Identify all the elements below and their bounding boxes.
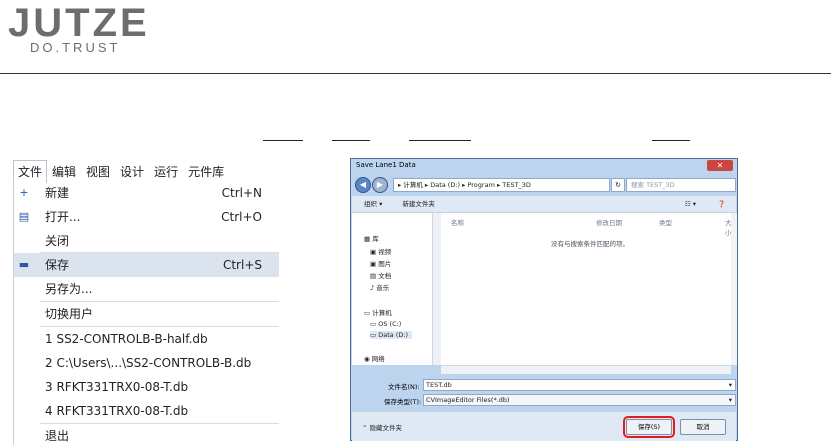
- search-input[interactable]: 搜索 TEST_3D: [626, 178, 736, 192]
- file-list: 名称 修改日期 类型 大小 没有与搜索条件匹配的项。: [441, 213, 736, 365]
- nav-pictures[interactable]: ▣ 图片: [370, 258, 391, 268]
- drive-icon: ▭: [370, 320, 377, 328]
- filename-input[interactable]: TEST.db ▾: [423, 379, 736, 391]
- nav-music[interactable]: ♪ 音乐: [370, 282, 389, 292]
- nav-computer[interactable]: ▭ 计算机: [364, 307, 392, 317]
- menu-item-open[interactable]: ▤ 打开... Ctrl+O: [14, 205, 279, 229]
- file-menu-dropdown: + 新建 Ctrl+N ▤ 打开... Ctrl+O 关闭 ▬ 保存 Ctrl+…: [13, 181, 279, 445]
- filetype-label: 保存类型(T):: [384, 398, 422, 406]
- document-icon: ▤: [370, 272, 377, 280]
- open-folder-icon: ▤: [18, 210, 30, 223]
- dialog-toolbar: 组织 ▾ 新建文件夹 ☷ ▾ ❓: [352, 196, 736, 213]
- library-icon: ▦: [364, 235, 371, 243]
- menu-item-recent-1[interactable]: 1 SS2-CONTROLB-B-half.db: [14, 327, 279, 351]
- save-dialog: Save Lane1 Data ✕ ◀ ▶ ▸ 计算机 ▸ Data (D:) …: [350, 158, 738, 441]
- music-icon: ♪: [370, 284, 375, 292]
- column-header-type[interactable]: 类型: [659, 217, 672, 227]
- nav-network[interactable]: ◉ 网络: [364, 353, 385, 363]
- text-underline: [652, 140, 690, 141]
- computer-icon: ▭: [364, 309, 371, 317]
- network-icon: ◉: [364, 355, 370, 363]
- save-icon: ▬: [18, 258, 30, 271]
- menu-item-recent-3[interactable]: 3 RFKT331TRX0-08-T.db: [14, 375, 279, 399]
- text-underline: [332, 140, 370, 141]
- menu-edit[interactable]: 编辑: [47, 161, 81, 183]
- cancel-button[interactable]: 取消: [680, 419, 726, 435]
- menu-item-exit[interactable]: 退出: [14, 424, 279, 448]
- filename-label: 文件名(N):: [388, 383, 420, 391]
- nav-drive-d[interactable]: ▭ Data (D:): [370, 331, 413, 339]
- filetype-select[interactable]: CVImageEditor Files(*.db) ▾: [423, 394, 736, 406]
- menu-item-save[interactable]: ▬ 保存 Ctrl+S: [14, 253, 279, 277]
- text-underline: [263, 140, 303, 141]
- save-button[interactable]: 保存(S): [623, 416, 675, 438]
- hide-folders-toggle[interactable]: ⌃ 隐藏文件夹: [362, 422, 402, 432]
- breadcrumb: ▸ 计算机 ▸ Data (D:) ▸ Program ▸ TEST_3D: [398, 181, 531, 189]
- view-options-icon[interactable]: ☷ ▾: [685, 196, 696, 212]
- nav-scrollbar[interactable]: [432, 213, 441, 365]
- new-file-icon: +: [19, 186, 29, 199]
- nav-documents[interactable]: ▤ 文档: [370, 270, 391, 280]
- menu-item-new[interactable]: + 新建 Ctrl+N: [14, 181, 279, 205]
- refresh-icon[interactable]: ↻: [611, 178, 625, 192]
- nav-pane: ▦ 库 ▣ 视频 ▣ 图片 ▤ 文档 ♪ 音乐 ▭ 计算机 ▭ OS (C:) …: [352, 213, 433, 365]
- text-underline: [409, 140, 471, 141]
- help-icon[interactable]: ❓: [718, 196, 726, 212]
- menu-item-close[interactable]: 关闭: [14, 229, 279, 253]
- chevron-up-icon: ⌃: [362, 424, 368, 432]
- list-scrollbar[interactable]: [731, 213, 737, 365]
- chevron-down-icon[interactable]: ▾: [729, 380, 732, 390]
- column-header-date[interactable]: 修改日期: [596, 217, 622, 227]
- dialog-title: Save Lane1 Data: [356, 161, 416, 169]
- menu-run[interactable]: 运行: [149, 161, 183, 183]
- nav-library[interactable]: ▦ 库: [364, 233, 379, 243]
- nav-drive-c[interactable]: ▭ OS (C:): [370, 320, 401, 328]
- brand-tagline: DO.TRUST: [30, 40, 121, 55]
- column-header-name[interactable]: 名称: [451, 217, 464, 227]
- menu-item-recent-2[interactable]: 2 C:\Users\...\SS2-CONTROLB-B.db: [14, 351, 279, 375]
- video-icon: ▣: [370, 248, 377, 256]
- menu-item-recent-4[interactable]: 4 RFKT331TRX0-08-T.db: [14, 399, 279, 423]
- empty-message: 没有与搜索条件匹配的项。: [551, 240, 629, 248]
- chevron-down-icon[interactable]: ▾: [729, 395, 732, 405]
- menu-view[interactable]: 视图: [81, 161, 115, 183]
- horizontal-scrollbar[interactable]: [441, 365, 731, 374]
- menu-component-library[interactable]: 元件库: [183, 161, 229, 183]
- menu-file[interactable]: 文件: [13, 160, 48, 183]
- dialog-footer: ⌃ 隐藏文件夹 保存(S) 取消: [352, 411, 736, 441]
- address-bar[interactable]: ▸ 计算机 ▸ Data (D:) ▸ Program ▸ TEST_3D: [393, 178, 610, 192]
- menu-bar: 文件 编辑 视图 设计 运行 元件库: [13, 160, 278, 183]
- menu-design[interactable]: 设计: [115, 161, 149, 183]
- forward-arrow-icon[interactable]: ▶: [372, 177, 388, 193]
- menu-item-save-as[interactable]: 另存为...: [14, 277, 279, 301]
- menu-item-switch-user[interactable]: 切换用户: [14, 302, 279, 326]
- organize-button[interactable]: 组织 ▾: [364, 200, 382, 208]
- new-folder-button[interactable]: 新建文件夹: [402, 200, 435, 208]
- nav-videos[interactable]: ▣ 视频: [370, 246, 391, 256]
- picture-icon: ▣: [370, 260, 377, 268]
- header-divider: [0, 73, 831, 74]
- drive-icon: ▭: [370, 331, 377, 339]
- back-arrow-icon[interactable]: ◀: [355, 177, 371, 193]
- close-button[interactable]: ✕: [707, 160, 733, 171]
